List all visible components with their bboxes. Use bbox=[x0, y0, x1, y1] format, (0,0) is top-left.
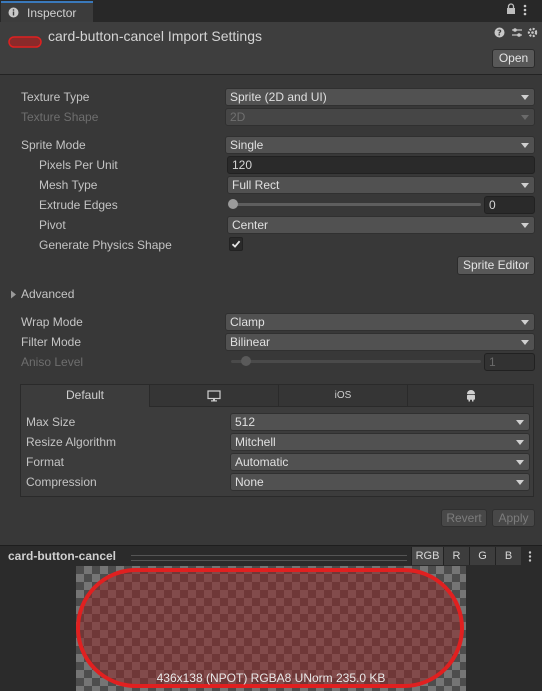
chevron-down-icon bbox=[521, 340, 529, 345]
wrap-mode-label: Wrap Mode bbox=[21, 315, 83, 329]
resize-algorithm-dropdown[interactable]: Mitchell bbox=[230, 433, 530, 451]
max-size-value: 512 bbox=[235, 415, 256, 429]
filter-mode-label: Filter Mode bbox=[21, 335, 82, 349]
advanced-label: Advanced bbox=[21, 287, 75, 301]
tab-title: Inspector bbox=[27, 6, 77, 20]
texture-shape-value: 2D bbox=[230, 110, 246, 124]
pivot-dropdown[interactable]: Center bbox=[227, 216, 535, 234]
texture-shape-label: Texture Shape bbox=[21, 110, 99, 124]
format-value: Automatic bbox=[235, 455, 289, 469]
mesh-type-value: Full Rect bbox=[232, 178, 280, 192]
pivot-label: Pivot bbox=[39, 218, 66, 232]
chevron-down-icon bbox=[521, 95, 529, 100]
resize-algorithm-label: Resize Algorithm bbox=[26, 435, 117, 449]
preview-title: card-button-cancel bbox=[8, 549, 117, 563]
presets-icon[interactable] bbox=[511, 27, 523, 38]
lock-icon[interactable] bbox=[506, 3, 516, 15]
texture-info-text: 436x138 (NPOT) RGBA8 UNorm 235.0 KB bbox=[156, 671, 386, 685]
tab-standalone[interactable] bbox=[150, 385, 279, 407]
checkmark-icon bbox=[231, 240, 241, 248]
sprite-mode-dropdown[interactable]: Single bbox=[225, 136, 535, 154]
filter-mode-dropdown[interactable]: Bilinear bbox=[225, 333, 535, 351]
tab-android[interactable] bbox=[408, 385, 533, 407]
preview-resize-grip[interactable] bbox=[131, 555, 407, 561]
monitor-icon bbox=[207, 390, 221, 402]
sprite-editor-button[interactable]: Sprite Editor bbox=[457, 256, 535, 275]
compression-dropdown[interactable]: None bbox=[230, 473, 530, 491]
generate-physics-shape-checkbox[interactable] bbox=[229, 237, 243, 251]
pixels-per-unit-field[interactable]: 120 bbox=[227, 156, 535, 174]
pivot-value: Center bbox=[232, 218, 269, 232]
wrap-mode-dropdown[interactable]: Clamp bbox=[225, 313, 535, 331]
channel-g-button[interactable]: G bbox=[469, 547, 495, 565]
channel-rgb-button[interactable]: RGB bbox=[411, 547, 443, 565]
tab-inspector[interactable]: Inspector bbox=[1, 1, 93, 22]
filter-mode-value: Bilinear bbox=[230, 335, 271, 349]
aniso-level-slider-handle bbox=[240, 356, 251, 366]
platform-settings-panel: Default iOS Max Size 512 Resize Algorith… bbox=[20, 384, 534, 497]
texture-type-value: Sprite (2D and UI) bbox=[230, 90, 327, 104]
chevron-down-icon bbox=[521, 183, 529, 188]
android-icon bbox=[466, 390, 475, 402]
texture-type-label: Texture Type bbox=[21, 90, 90, 104]
resize-algorithm-value: Mitchell bbox=[235, 435, 276, 449]
svg-text:?: ? bbox=[497, 29, 502, 38]
wrap-mode-value: Clamp bbox=[230, 315, 265, 329]
advanced-foldout[interactable]: Advanced bbox=[10, 287, 130, 303]
texture-shape-dropdown: 2D bbox=[225, 108, 535, 126]
compression-value: None bbox=[235, 475, 264, 489]
open-button[interactable]: Open bbox=[492, 49, 535, 68]
texture-type-dropdown[interactable]: Sprite (2D and UI) bbox=[225, 88, 535, 106]
chevron-down-icon bbox=[516, 420, 524, 425]
inspector-tab-bar: Inspector bbox=[0, 0, 542, 23]
extrude-edges-label: Extrude Edges bbox=[39, 198, 118, 212]
sprite-mode-value: Single bbox=[230, 138, 264, 152]
chevron-down-icon bbox=[521, 223, 529, 228]
sprite-preview-image bbox=[76, 568, 464, 688]
revert-button[interactable]: Revert bbox=[441, 509, 487, 527]
kebab-menu-icon[interactable] bbox=[527, 550, 533, 563]
import-settings-header: card-button-cancel Import Settings ? Ope… bbox=[0, 22, 542, 75]
channel-r-button[interactable]: R bbox=[443, 547, 469, 565]
header-title: card-button-cancel Import Settings bbox=[48, 28, 262, 44]
gear-icon[interactable] bbox=[527, 27, 538, 38]
aniso-level-slider-track bbox=[231, 360, 481, 363]
caret-right-icon bbox=[11, 290, 16, 299]
tab-ios[interactable]: iOS bbox=[279, 385, 408, 407]
aniso-level-label: Aniso Level bbox=[21, 355, 84, 369]
channel-b-button[interactable]: B bbox=[495, 547, 521, 565]
aniso-level-field: 1 bbox=[484, 353, 535, 371]
extrude-edges-slider-track[interactable] bbox=[231, 203, 481, 206]
kebab-menu-icon[interactable] bbox=[522, 3, 528, 17]
help-icon[interactable]: ? bbox=[494, 27, 505, 38]
compression-label: Compression bbox=[26, 475, 97, 489]
chevron-down-icon bbox=[521, 115, 529, 120]
mesh-type-dropdown[interactable]: Full Rect bbox=[227, 176, 535, 194]
mesh-type-label: Mesh Type bbox=[39, 178, 98, 192]
generate-physics-shape-label: Generate Physics Shape bbox=[39, 238, 172, 252]
extrude-edges-slider-handle[interactable] bbox=[228, 199, 238, 209]
pixels-per-unit-label: Pixels Per Unit bbox=[39, 158, 118, 172]
chevron-down-icon bbox=[516, 480, 524, 485]
chevron-down-icon bbox=[516, 440, 524, 445]
sprite-mode-label: Sprite Mode bbox=[21, 138, 86, 152]
max-size-label: Max Size bbox=[26, 415, 76, 429]
texture-thumbnail-icon bbox=[8, 36, 42, 48]
tab-default[interactable]: Default bbox=[21, 385, 150, 407]
preview-header: card-button-cancel RGB R G B bbox=[0, 545, 542, 568]
format-dropdown[interactable]: Automatic bbox=[230, 453, 530, 471]
info-icon bbox=[8, 7, 19, 18]
apply-button[interactable]: Apply bbox=[492, 509, 535, 527]
chevron-down-icon bbox=[516, 460, 524, 465]
extrude-edges-field[interactable]: 0 bbox=[484, 196, 535, 214]
max-size-dropdown[interactable]: 512 bbox=[230, 413, 530, 431]
chevron-down-icon bbox=[521, 143, 529, 148]
chevron-down-icon bbox=[521, 320, 529, 325]
format-label: Format bbox=[26, 455, 65, 469]
